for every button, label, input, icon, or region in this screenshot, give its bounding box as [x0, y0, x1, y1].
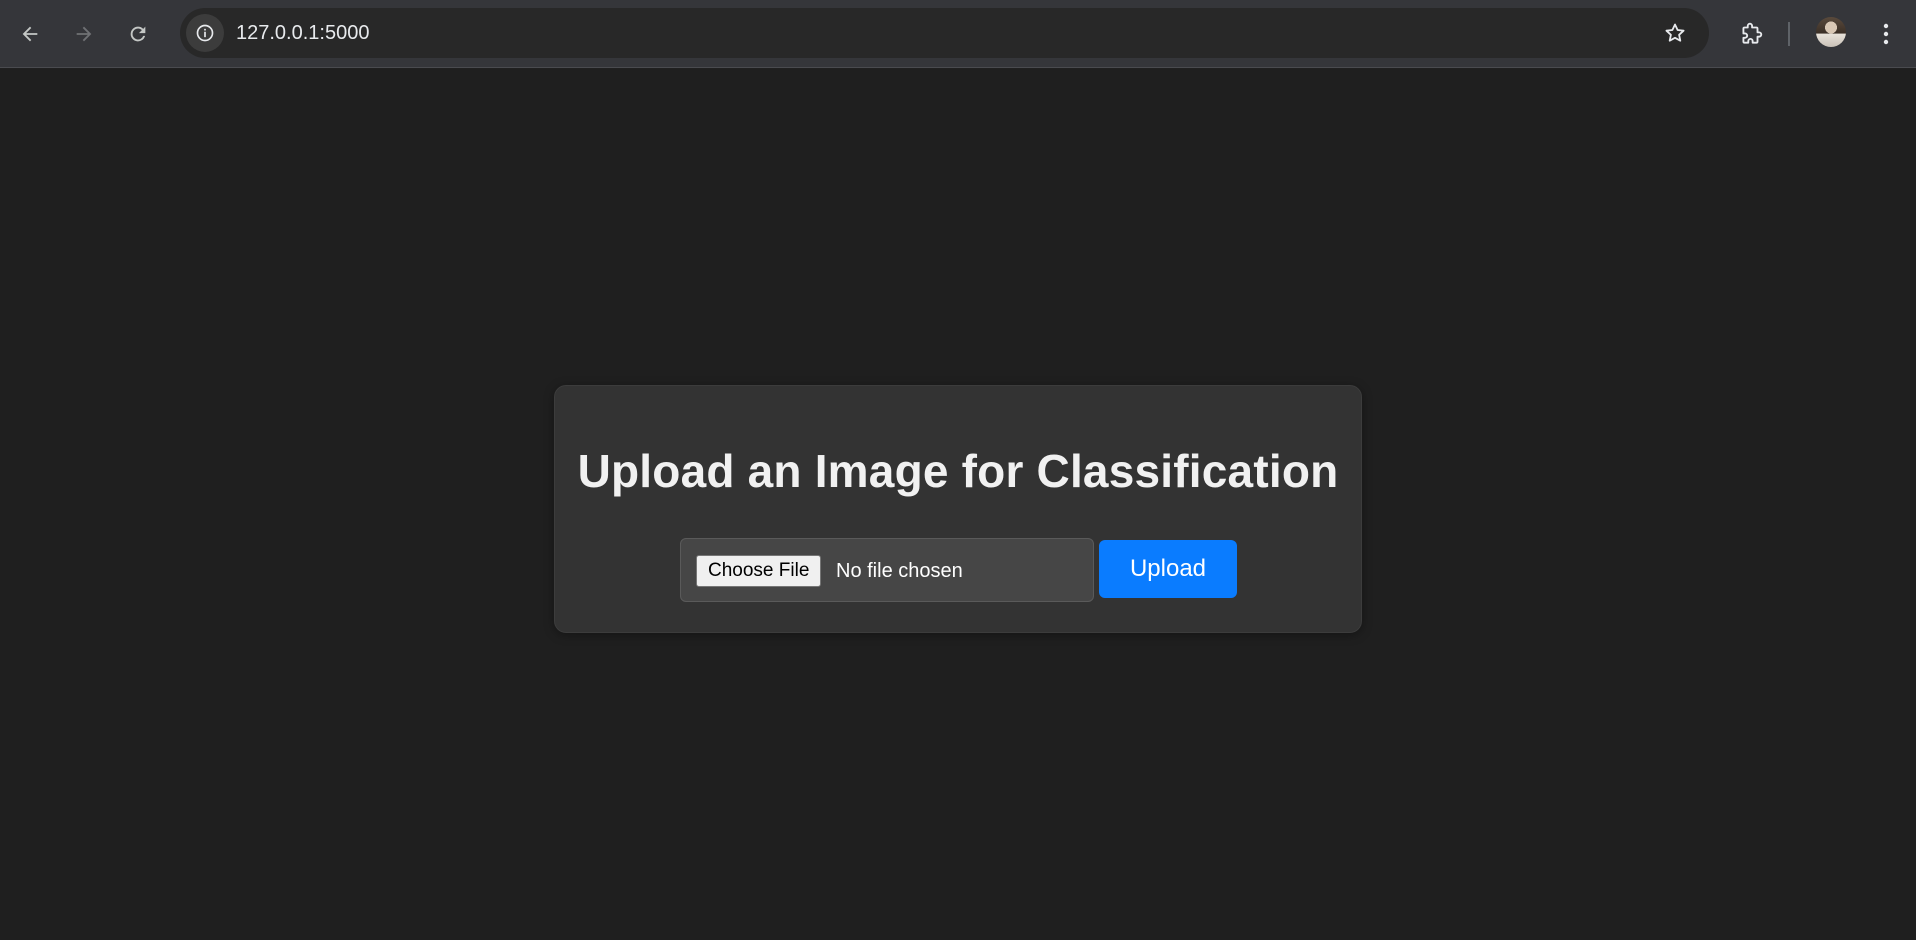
choose-file-button[interactable]: Choose File — [696, 555, 822, 587]
bookmark-button[interactable] — [1655, 13, 1695, 53]
kebab-menu-icon — [1883, 23, 1889, 45]
browser-menu-button[interactable] — [1868, 14, 1904, 54]
upload-card: Upload an Image for Classification Choos… — [554, 385, 1362, 633]
address-bar[interactable]: 127.0.0.1:5000 — [180, 8, 1709, 58]
extensions-button[interactable] — [1730, 13, 1772, 55]
site-info-button[interactable] — [186, 14, 224, 52]
file-input[interactable]: Choose File No file chosen — [680, 538, 1094, 602]
info-icon — [196, 24, 214, 42]
reload-button[interactable] — [118, 14, 158, 54]
forward-button[interactable] — [64, 14, 104, 54]
upload-button[interactable]: Upload — [1099, 540, 1237, 598]
back-button[interactable] — [10, 14, 50, 54]
arrow-right-icon — [76, 26, 92, 42]
toolbar-divider — [1788, 22, 1790, 46]
page-title: Upload an Image for Classification — [577, 445, 1339, 497]
reload-icon — [130, 26, 146, 42]
puzzle-icon — [1742, 22, 1763, 44]
page-viewport: Upload an Image for Classification Choos… — [0, 69, 1916, 940]
browser-toolbar: 127.0.0.1:5000 — [0, 0, 1916, 68]
arrow-left-icon — [22, 26, 38, 42]
profile-avatar[interactable] — [1816, 17, 1846, 47]
file-status-text: No file chosen — [836, 560, 963, 582]
star-icon — [1665, 23, 1685, 42]
url-text[interactable]: 127.0.0.1:5000 — [236, 8, 369, 58]
